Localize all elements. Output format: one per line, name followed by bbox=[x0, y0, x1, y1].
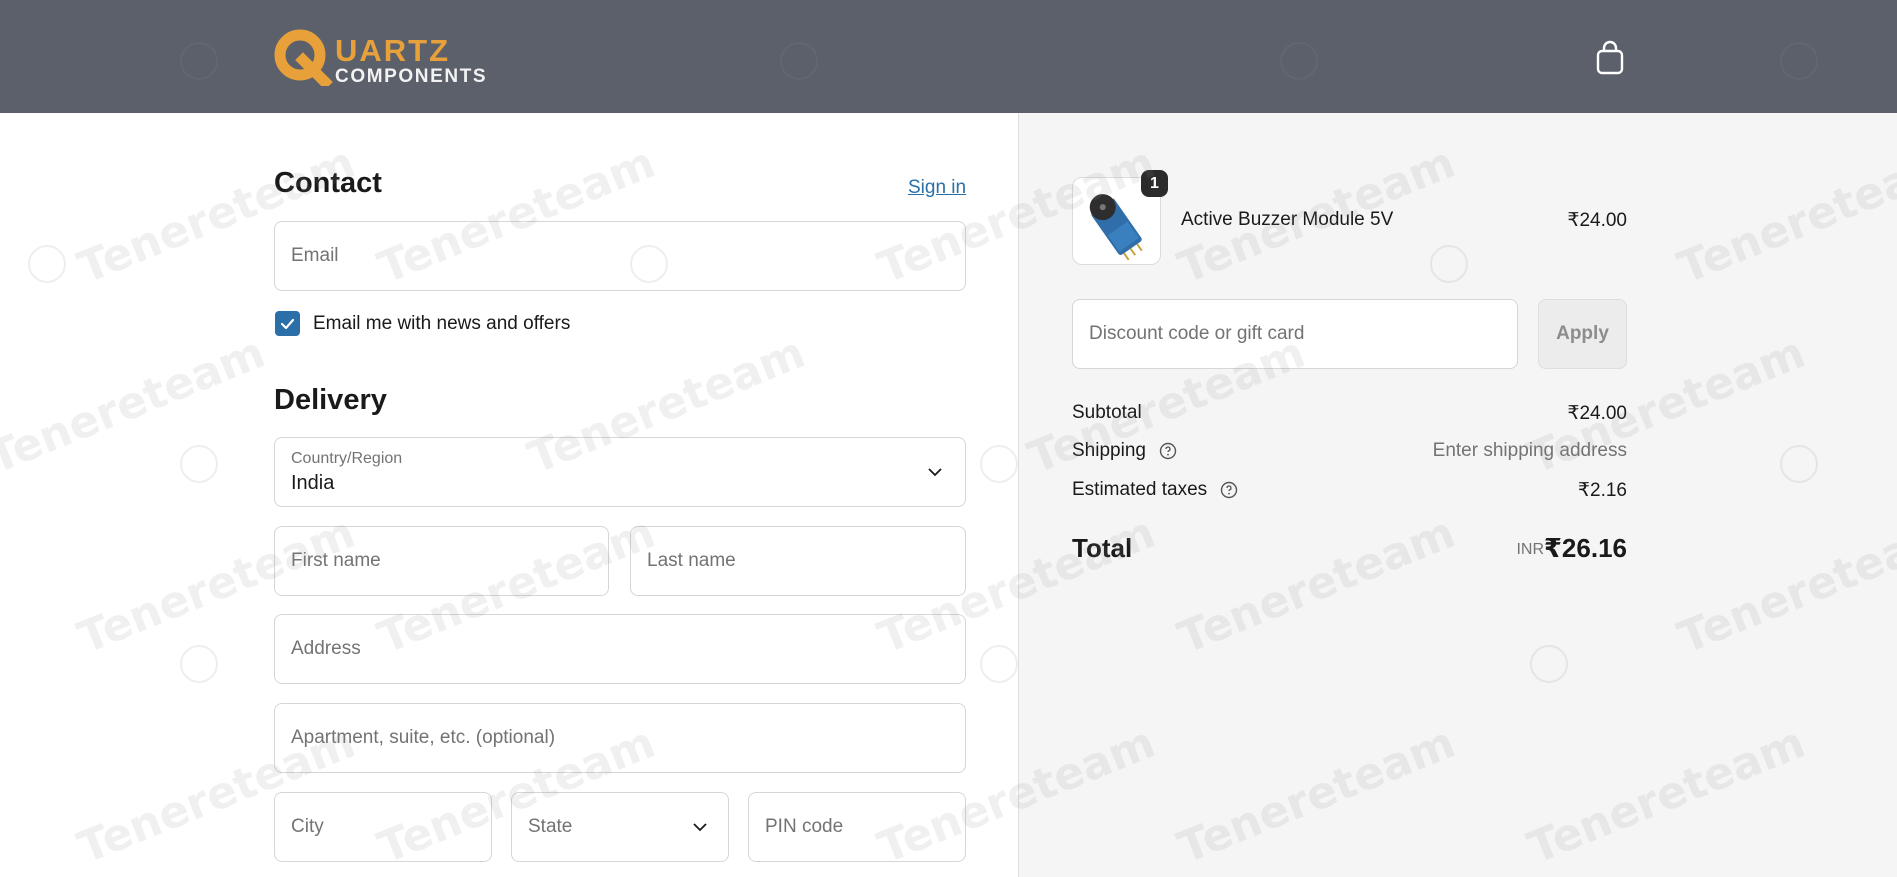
product-price: ₹24.00 bbox=[1567, 210, 1627, 231]
address-field[interactable]: Address bbox=[274, 614, 966, 684]
city-placeholder: City bbox=[291, 816, 324, 837]
total-currency: INR bbox=[1516, 541, 1544, 558]
logo-q-mark-icon bbox=[274, 29, 333, 86]
product-name: Active Buzzer Module 5V bbox=[1181, 209, 1394, 230]
country-region-value: India bbox=[291, 472, 335, 494]
last-name-field[interactable]: Last name bbox=[630, 526, 966, 596]
first-name-placeholder: First name bbox=[291, 550, 381, 571]
pin-code-placeholder: PIN code bbox=[765, 816, 844, 837]
logo-components-text: COMPONENTS bbox=[335, 66, 488, 87]
last-name-placeholder: Last name bbox=[647, 550, 736, 571]
subtotal-label: Subtotal bbox=[1072, 402, 1142, 423]
checkmark-icon bbox=[280, 318, 295, 330]
shipping-row-label: Shipping bbox=[1072, 440, 1177, 462]
discount-code-placeholder: Discount code or gift card bbox=[1089, 323, 1305, 344]
sign-in-link[interactable]: Sign in bbox=[908, 177, 966, 199]
site-header: UARTZ COMPONENTS bbox=[0, 0, 1897, 113]
news-offers-label: Email me with news and offers bbox=[313, 313, 571, 334]
quartz-components-logo[interactable]: UARTZ COMPONENTS bbox=[273, 28, 503, 88]
subtotal-value: ₹24.00 bbox=[1567, 403, 1627, 424]
cart-button[interactable] bbox=[1594, 40, 1626, 76]
chevron-down-icon bbox=[693, 823, 707, 832]
estimated-taxes-value: ₹2.16 bbox=[1577, 480, 1627, 501]
apartment-field[interactable]: Apartment, suite, etc. (optional) bbox=[274, 703, 966, 773]
quantity-badge: 1 bbox=[1141, 170, 1168, 197]
country-region-label: Country/Region bbox=[291, 450, 403, 467]
delivery-heading: Delivery bbox=[274, 384, 387, 416]
help-circle-icon[interactable] bbox=[1220, 481, 1238, 499]
estimated-taxes-label: Estimated taxes bbox=[1072, 479, 1208, 500]
shopping-bag-icon bbox=[1596, 40, 1624, 75]
email-field[interactable]: Email bbox=[274, 221, 966, 291]
apartment-placeholder: Apartment, suite, etc. (optional) bbox=[291, 727, 556, 748]
help-circle-icon[interactable] bbox=[1159, 442, 1177, 460]
chevron-down-icon bbox=[928, 468, 942, 477]
news-offers-checkbox[interactable] bbox=[275, 311, 300, 336]
shipping-value: Enter shipping address bbox=[1432, 440, 1627, 461]
discount-code-field[interactable]: Discount code or gift card bbox=[1072, 299, 1518, 369]
contact-heading: Contact bbox=[274, 167, 382, 199]
city-field[interactable]: City bbox=[274, 792, 492, 862]
address-placeholder: Address bbox=[291, 638, 361, 659]
pin-code-field[interactable]: PIN code bbox=[748, 792, 966, 862]
apply-discount-button[interactable]: Apply bbox=[1538, 299, 1627, 369]
country-region-select[interactable]: Country/Region India bbox=[274, 437, 966, 507]
total-amount: ₹26.16 bbox=[1543, 533, 1627, 563]
shipping-label: Shipping bbox=[1072, 440, 1146, 461]
logo-quartz-text: UARTZ bbox=[335, 33, 451, 68]
first-name-field[interactable]: First name bbox=[274, 526, 609, 596]
email-placeholder: Email bbox=[291, 245, 339, 266]
state-placeholder: State bbox=[528, 816, 573, 837]
taxes-row-label: Estimated taxes bbox=[1072, 479, 1238, 501]
state-select[interactable]: State bbox=[511, 792, 729, 862]
total-label: Total bbox=[1072, 533, 1133, 563]
